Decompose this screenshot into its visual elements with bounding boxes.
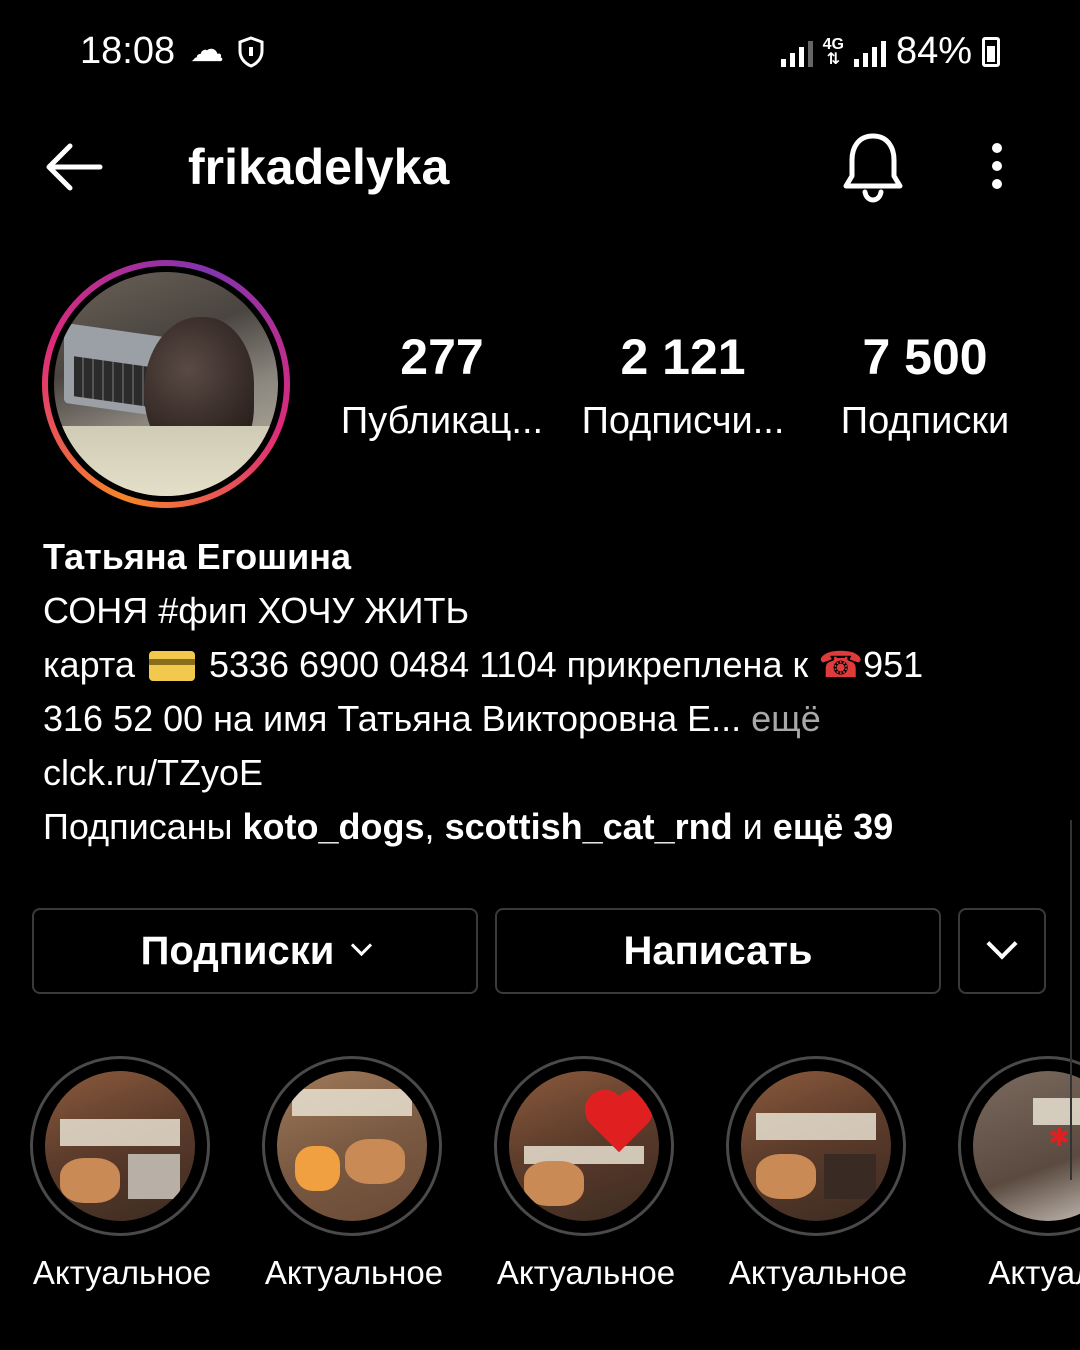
- bio-link[interactable]: clck.ru/TZyoE: [43, 746, 1043, 800]
- followed-by[interactable]: Подписаны koto_dogs, scottish_cat_rnd и …: [43, 800, 1043, 854]
- followed-user[interactable]: scottish_cat_rnd: [445, 806, 733, 847]
- heart-icon: [590, 1095, 648, 1153]
- message-button-label: Написать: [623, 928, 813, 973]
- story-highlight[interactable]: Актуальное: [262, 1056, 446, 1292]
- bio-line: 316 52 00 на имя Татьяна Викторовна Е...…: [43, 698, 821, 739]
- highlight-cover: [741, 1071, 891, 1221]
- battery-percent: 84%: [895, 30, 972, 72]
- weather-icon: ☁: [190, 31, 224, 69]
- story-highlight[interactable]: Актуальное: [726, 1056, 910, 1292]
- stat-followers[interactable]: 2 121 Подписчи...: [563, 328, 803, 446]
- chevron-down-icon: [351, 934, 373, 956]
- bio-line: СОНЯ #фип ХОЧУ ЖИТЬ: [43, 590, 470, 631]
- profile-full-name: Татьяна Егошина: [43, 536, 352, 577]
- highlight-label: Актуальное: [496, 1254, 676, 1291]
- more-options-icon[interactable]: [975, 138, 1019, 198]
- highlight-label: Актуальное: [32, 1254, 212, 1291]
- suggested-accounts-button[interactable]: [958, 908, 1046, 994]
- highlight-cover: ✱: [973, 1071, 1080, 1221]
- stat-posts[interactable]: 277 Публикац...: [322, 328, 562, 446]
- bio-more-link[interactable]: ещё: [751, 698, 821, 739]
- highlight-cover: [277, 1071, 427, 1221]
- highlight-label: Актуальное: [264, 1254, 444, 1291]
- story-highlight[interactable]: ✱ Актуаль: [958, 1056, 1080, 1292]
- followed-more[interactable]: ещё 39: [773, 806, 893, 847]
- stat-value: 2 121: [620, 329, 746, 385]
- followed-user[interactable]: koto_dogs: [243, 806, 425, 847]
- bio-line: карта 5336 6900 0484 1104 прикреплена к …: [43, 644, 924, 685]
- back-arrow-icon[interactable]: [40, 132, 110, 202]
- highlight-label: Актуальное: [728, 1254, 908, 1291]
- bell-icon[interactable]: [838, 128, 908, 208]
- stat-label: Подписчи...: [581, 400, 785, 442]
- profile-avatar[interactable]: [42, 260, 290, 508]
- following-button[interactable]: Подписки: [32, 908, 478, 994]
- stat-label: Публикац...: [340, 400, 544, 442]
- following-button-label: Подписки: [140, 928, 335, 973]
- highlight-cover: [45, 1071, 195, 1221]
- chevron-down-icon: [986, 928, 1018, 960]
- sos-badge-icon: ✱: [1048, 1122, 1070, 1152]
- network-type: 4G ⇅: [822, 35, 844, 68]
- profile-bio: Татьяна Егошина СОНЯ #фип ХОЧУ ЖИТЬ карт…: [43, 530, 1043, 854]
- scroll-indicator: [1070, 820, 1080, 1180]
- profile-username: frikadelyka: [188, 139, 450, 195]
- stat-value: 7 500: [862, 329, 988, 385]
- telephone-icon: ☎: [818, 644, 864, 685]
- shield-icon: [238, 36, 264, 68]
- highlight-cover: [509, 1071, 659, 1221]
- story-highlight[interactable]: Актуальное: [30, 1056, 214, 1292]
- credit-card-icon: [148, 651, 195, 681]
- status-indicators: 4G ⇅ 84%: [780, 30, 1000, 73]
- stat-following[interactable]: 7 500 Подписки: [805, 328, 1045, 446]
- highlight-label: Актуаль: [988, 1254, 1080, 1291]
- status-time: 18:08: [80, 30, 176, 72]
- signal-icon: [780, 37, 813, 67]
- stat-value: 277: [400, 329, 484, 385]
- message-button[interactable]: Написать: [495, 908, 941, 994]
- battery-icon: [982, 36, 1000, 67]
- signal-icon-2: [853, 37, 886, 67]
- story-highlight[interactable]: Актуальное: [494, 1056, 678, 1292]
- stat-label: Подписки: [840, 400, 1010, 442]
- avatar-photo: [54, 272, 278, 496]
